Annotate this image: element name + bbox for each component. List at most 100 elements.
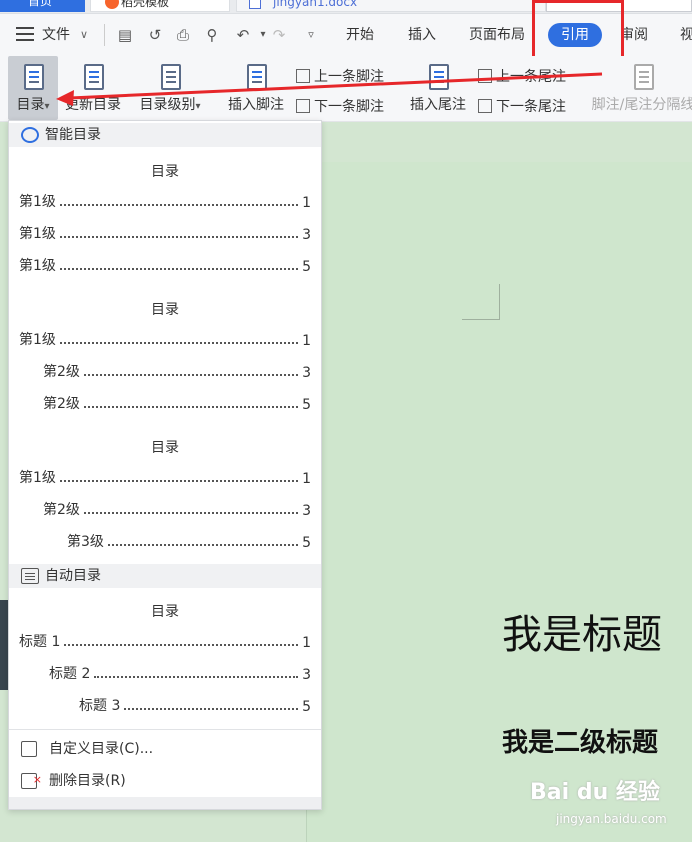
toc-row-text: 第2级 <box>43 396 80 412</box>
template-logo-icon <box>105 0 119 9</box>
print-preview-icon[interactable]: ⚲ <box>203 26 221 44</box>
tab-start[interactable]: 开始 <box>346 14 374 56</box>
toc-row-text: 第1级 <box>19 332 56 348</box>
toc-row-page: 3 <box>302 365 311 381</box>
toc-leader-dots <box>83 406 299 408</box>
toc-row-text: 第1级 <box>19 258 56 274</box>
toc-row-text: 标题 2 <box>49 666 91 682</box>
toc-row-page: 1 <box>302 333 311 349</box>
toc-preview-title: 目录 <box>151 604 179 620</box>
auto-toc-section-label: 自动目录 <box>45 568 101 584</box>
file-menu[interactable]: 文件 <box>42 14 70 56</box>
watermark-url: jingyan.baidu.com <box>556 812 667 826</box>
chevron-down-icon: ▾ <box>44 101 50 112</box>
toc-row-text: 第1级 <box>19 226 56 242</box>
toc-dropdown-menu: 智能目录 目录 第1级 1 第1级 3 第1级 5 目录 第1级 1 第2级 3 第2级 5… <box>8 120 322 810</box>
toc-leader-dots <box>59 236 299 238</box>
toc-row-page: 5 <box>302 259 311 275</box>
document-icon <box>249 0 261 9</box>
smart-toc-section-header: 智能目录 <box>9 123 321 147</box>
tab-template[interactable]: 稻壳模板 <box>90 0 230 12</box>
annotation-arrow <box>56 72 603 106</box>
toc-leader-dots <box>64 644 299 646</box>
toc-button[interactable]: 目录▾ <box>8 56 58 120</box>
menu-footer <box>9 797 321 809</box>
toc-icon <box>20 62 46 92</box>
toc-leader-dots <box>124 708 299 710</box>
auto-toc-section-header: 自动目录 <box>9 564 321 588</box>
toc-row-page: 3 <box>302 667 311 683</box>
toc-row-page: 3 <box>302 503 311 519</box>
toc-row-page: 5 <box>302 535 311 551</box>
tab-page-layout[interactable]: 页面布局 <box>469 14 525 56</box>
toc-row-text: 第1级 <box>19 470 56 486</box>
toc-leader-dots <box>83 512 299 514</box>
export-icon[interactable]: ↺ <box>146 26 164 44</box>
toc-row-text: 第2级 <box>43 502 80 518</box>
toc-preview-row: 标题 3 5 <box>79 695 311 715</box>
tab-insert[interactable]: 插入 <box>408 14 436 56</box>
toc-row-text: 第3级 <box>67 534 104 550</box>
toc-preview-row: 第2级 5 <box>43 393 311 413</box>
toc-leader-dots <box>94 676 299 678</box>
toc-row-text: 第2级 <box>43 364 80 380</box>
smart-toc-icon <box>21 127 39 143</box>
toc-leader-dots <box>59 342 299 344</box>
auto-toc-icon <box>21 568 39 584</box>
toc-row-page: 3 <box>302 227 311 243</box>
redo-icon[interactable]: ↷ <box>270 26 288 44</box>
toc-preview-row: 标题 2 3 <box>49 663 311 683</box>
toc-row-text: 标题 3 <box>79 698 121 714</box>
toc-label-text: 目录 <box>16 97 45 113</box>
delete-toc-menu-item[interactable]: 删除目录(R) <box>9 766 321 795</box>
print-icon[interactable]: ⎙ <box>174 26 192 44</box>
undo-icon[interactable]: ↶ <box>234 26 252 44</box>
edit-toc-icon <box>21 741 37 757</box>
divider <box>104 24 105 46</box>
toc-leader-dots <box>59 268 299 270</box>
toc-preview-title: 目录 <box>151 302 179 318</box>
separator-icon <box>630 62 656 92</box>
toc-preview-row: 标题 1 1 <box>19 631 311 651</box>
tab-review[interactable]: 审阅 <box>620 14 648 56</box>
toc-preview-row: 第1级 1 <box>19 191 311 211</box>
save-icon[interactable]: ▤ <box>116 26 134 44</box>
tab-home[interactable]: 首页 <box>0 0 85 12</box>
toc-row-page: 1 <box>302 195 311 211</box>
custom-toc-label: 自定义目录(C)... <box>49 741 154 757</box>
tab-view[interactable]: 视 <box>680 14 692 56</box>
tab-home-label: 首页 <box>28 0 53 8</box>
smart-toc-section-label: 智能目录 <box>45 127 101 143</box>
custom-toc-menu-item[interactable]: 自定义目录(C)... <box>9 735 321 763</box>
toc-row-text: 第1级 <box>19 194 56 210</box>
toc-leader-dots <box>59 204 299 206</box>
toc-preview-title: 目录 <box>151 440 179 456</box>
toc-preview-row: 第1级 3 <box>19 223 311 243</box>
toc-preview-row: 第3级 5 <box>67 531 311 551</box>
toc-preview-row: 第1级 1 <box>19 329 311 349</box>
toc-leader-dots <box>107 544 299 546</box>
baidu-jingyan-watermark: Bai du 经验 <box>530 774 660 806</box>
delete-toc-icon <box>21 766 42 794</box>
toc-leader-dots <box>83 374 299 376</box>
toc-preview-row: 第2级 3 <box>43 499 311 519</box>
toc-row-text: 标题 1 <box>19 634 61 650</box>
menu-icon[interactable] <box>16 27 34 41</box>
toc-preview-row: 第2级 3 <box>43 361 311 381</box>
toc-preview-row: 第1级 1 <box>19 467 311 487</box>
toc-row-page: 5 <box>302 699 311 715</box>
customize-toolbar-icon[interactable]: ▿ <box>302 26 320 44</box>
tab-template-label: 稻壳模板 <box>121 0 170 9</box>
toc-preview-title: 目录 <box>151 164 179 180</box>
side-panel-edge <box>0 600 8 690</box>
document-heading-1[interactable]: 我是标题 <box>502 602 662 660</box>
toc-row-page: 1 <box>302 471 311 487</box>
document-heading-2[interactable]: 我是二级标题 <box>502 722 658 759</box>
tab-document[interactable]: jingyan1.docx <box>236 0 546 12</box>
margin-corner-mark <box>462 284 500 320</box>
toc-preview-row: 第1级 5 <box>19 255 311 275</box>
tab-document-label: jingyan1.docx <box>273 0 358 9</box>
chevron-down-icon[interactable]: ∨ <box>80 14 88 56</box>
watermark-brand: Bai du 经验 <box>530 780 660 805</box>
menu-divider <box>9 729 321 730</box>
